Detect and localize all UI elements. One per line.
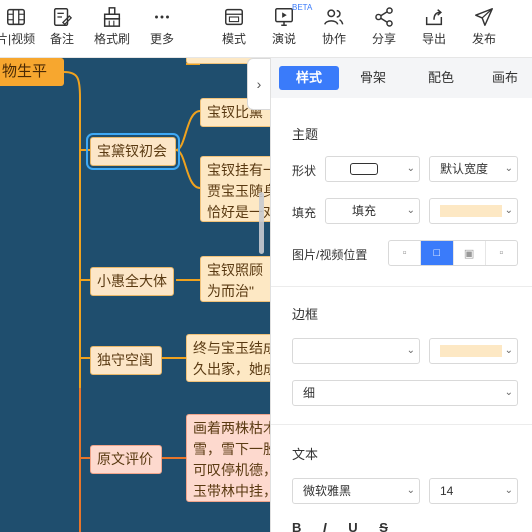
branch-node-baodaichai[interactable]: 宝黛钗初会 [86, 133, 180, 170]
toolbar-note-button[interactable]: 备注 [50, 6, 74, 46]
note-icon [53, 8, 73, 26]
chevron-down-icon: ⌄ [504, 345, 513, 356]
mode-icon [225, 8, 243, 26]
border-style-select[interactable]: ⌄ [292, 338, 420, 364]
top-toolbar: 片|视频 备注 格式刷 更多 模式 演说 BETA 协作 分享 导出 发布 [0, 0, 532, 58]
toolbar-share-button[interactable]: 分享 [372, 6, 396, 46]
fill-color-select[interactable]: ⌄ [429, 198, 518, 224]
toolbar-format-brush-button[interactable]: 格式刷 [94, 6, 130, 46]
shape-label: 形状 [292, 164, 317, 178]
fill-type-value: 填充 [352, 204, 377, 218]
toolbar-label: 片|视频 [0, 32, 36, 46]
section-text-title: 文本 [292, 447, 319, 462]
toolbar-label: 更多 [150, 32, 175, 46]
toolbar-label: 备注 [50, 32, 75, 46]
chevron-down-icon: ⌄ [406, 485, 415, 496]
toolbar-present-button[interactable]: 演说 [272, 6, 296, 46]
export-icon [425, 9, 443, 26]
collaborate-icon [324, 9, 344, 25]
underline-icon[interactable]: U [348, 520, 357, 532]
fill-label: 填充 [292, 206, 317, 220]
panel-tabs: 样式 骨架 配色 画布 [271, 58, 532, 98]
toolbar-label: 模式 [222, 32, 247, 46]
format-brush-icon [103, 7, 121, 27]
border-color-select[interactable]: ⌄ [429, 338, 518, 364]
position-left-button[interactable]: ▫ [389, 241, 422, 265]
film-icon [6, 8, 25, 26]
root-node[interactable]: 物生平 [0, 58, 64, 86]
font-family-select[interactable]: 微软雅黑 ⌄ [292, 478, 420, 504]
fill-color-swatch [440, 205, 502, 217]
mindmap-canvas[interactable]: 物生平 宝黛钗初会 宝钗比黛 宝钗挂有一 贾宝玉随身 恰好是一对 小惠全大体 宝… [0, 58, 270, 532]
chevron-down-icon: ⌄ [504, 485, 513, 496]
toolbar-label: 分享 [372, 32, 397, 46]
section-divider [271, 286, 532, 287]
toolbar-image-video-button[interactable]: 片|视频 [0, 6, 35, 46]
italic-icon[interactable]: I [323, 520, 327, 532]
strikethrough-icon[interactable]: S [379, 520, 388, 532]
toolbar-collaborate-button[interactable]: 协作 [322, 6, 346, 46]
fill-type-select[interactable]: 填充 ⌄ [325, 198, 420, 224]
leaf-node[interactable]: 宝钗照顾 为而治" [200, 256, 270, 302]
width-select[interactable]: 默认宽度 ⌄ [429, 156, 518, 182]
tab-canvas[interactable]: 画布 [477, 66, 532, 90]
font-family-value: 微软雅黑 [303, 484, 352, 498]
image-position-label: 图片/视频位置 [292, 248, 368, 262]
beta-badge: BETA [292, 3, 313, 12]
publish-icon [475, 8, 493, 26]
tab-style[interactable]: 样式 [279, 66, 339, 90]
toolbar-label: 协作 [322, 32, 347, 46]
toolbar-label: 导出 [422, 32, 447, 46]
position-top-button[interactable]: □ [421, 241, 454, 265]
image-position-group: ▫ □ ▣ ▫ [388, 240, 518, 266]
collapse-panel-button[interactable]: › [247, 58, 270, 110]
position-bottom-button[interactable]: ▣ [454, 241, 486, 265]
shape-select[interactable]: ⌄ [325, 156, 420, 182]
border-color-swatch [440, 345, 502, 357]
toolbar-label: 格式刷 [94, 32, 131, 46]
toolbar-publish-button[interactable]: 发布 [472, 6, 496, 46]
chevron-down-icon: ⌄ [406, 205, 415, 216]
font-size-select[interactable]: 14 ⌄ [429, 478, 518, 504]
leaf-node[interactable]: 画着两株枯木 雪，雪下一股 可叹停机德， 玉带林中挂， [186, 414, 270, 502]
tab-skeleton[interactable]: 骨架 [343, 66, 403, 90]
branch-node-dushou[interactable]: 独守空闺 [90, 346, 162, 375]
border-weight-select[interactable]: 细 ⌄ [292, 380, 518, 406]
share-icon [375, 7, 393, 27]
section-divider [271, 424, 532, 425]
bold-icon[interactable]: B [292, 520, 301, 532]
chevron-down-icon: ⌄ [504, 163, 513, 174]
rounded-rect-shape-icon [350, 163, 378, 175]
canvas-scrollbar[interactable] [259, 192, 264, 254]
chevron-down-icon: ⌄ [504, 205, 513, 216]
position-right-button[interactable]: ▫ [486, 241, 517, 265]
branch-node-xiaohui[interactable]: 小惠全大体 [90, 267, 174, 296]
border-weight-value: 细 [303, 386, 316, 400]
toolbar-export-button[interactable]: 导出 [422, 6, 446, 46]
width-select-value: 默认宽度 [440, 162, 489, 176]
section-border-title: 边框 [292, 307, 319, 322]
chevron-down-icon: ⌄ [504, 387, 513, 398]
style-panel: 样式 骨架 配色 画布 主题 形状 ⌄ 默认宽度 ⌄ 填充 填充 ⌄ ⌄ 图片/… [270, 58, 532, 532]
section-theme-title: 主题 [292, 127, 319, 142]
toolbar-label: 演说 [272, 32, 297, 46]
toolbar-mode-button[interactable]: 模式 [222, 6, 246, 46]
chevron-down-icon: ⌄ [406, 345, 415, 356]
chevron-down-icon: ⌄ [406, 163, 415, 174]
font-size-value: 14 [440, 484, 454, 498]
toolbar-more-button[interactable]: 更多 [150, 6, 174, 46]
more-icon [155, 15, 169, 19]
leaf-node[interactable]: 终与宝玉结成 久出家，她成 [186, 334, 270, 382]
toolbar-label: 发布 [472, 32, 497, 46]
branch-node-yuanwen[interactable]: 原文评价 [90, 445, 162, 474]
chevron-right-icon: › [256, 76, 262, 92]
text-style-buttons[interactable]: B I U S [292, 520, 518, 532]
tab-color[interactable]: 配色 [411, 66, 471, 90]
